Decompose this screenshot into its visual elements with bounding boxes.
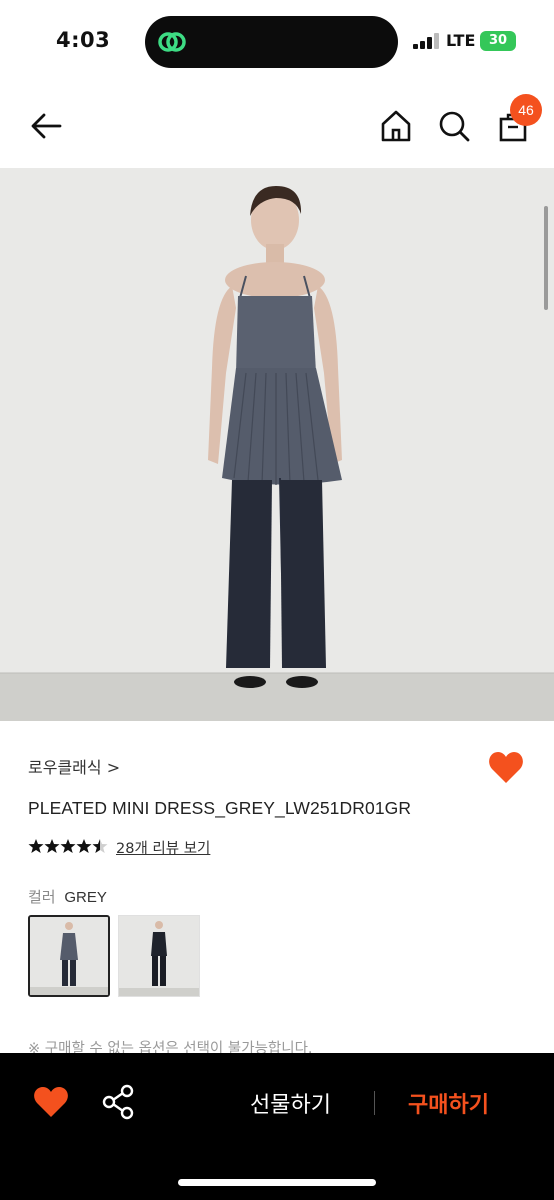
home-icon[interactable] [376,106,416,146]
review-link[interactable]: 28개 리뷰 보기 [116,837,210,858]
cart-count-badge: 46 [510,94,542,126]
brand-name: 로우클래식 [28,758,102,777]
dynamic-island [145,16,398,68]
color-value: GREY [64,889,107,906]
battery-icon: 30 [480,31,516,51]
top-nav: 46 [0,84,554,168]
swatch-thumbnail [119,916,199,996]
status-bar: 4:03 LTE 30 [0,0,554,84]
color-swatch-selected[interactable] [28,915,110,997]
search-icon[interactable] [434,106,474,146]
signal-icon [413,33,439,49]
link-icon [158,32,186,52]
product-image[interactable] [0,168,554,721]
status-time: 4:03 [56,28,111,52]
image-scroll-indicator [544,206,548,310]
product-title: PLEATED MINI DRESS_GREY_LW251DR01GR [28,798,412,818]
network-type: LTE [446,31,476,50]
chevron-right-icon: > [106,758,121,777]
brand-link[interactable]: 로우클래식 > [28,754,120,778]
color-swatch[interactable] [118,915,200,997]
color-label: 컬러 [28,888,56,906]
share-icon[interactable] [100,1083,138,1121]
swatch-thumbnail [30,917,108,995]
buy-button[interactable]: 구매하기 [408,1087,489,1119]
heart-icon[interactable] [486,748,526,788]
gift-button[interactable]: 선물하기 [250,1087,331,1119]
product-photo [0,168,554,721]
arrow-left-icon[interactable] [26,106,66,146]
color-option-row: 컬러 GREY [28,886,107,907]
star-rating-icon [28,839,108,853]
battery-level: 30 [488,33,508,48]
bottom-action-bar: 선물하기 구매하기 [0,1053,554,1200]
heart-icon[interactable] [32,1085,70,1119]
home-indicator [178,1179,376,1186]
divider [374,1091,375,1115]
